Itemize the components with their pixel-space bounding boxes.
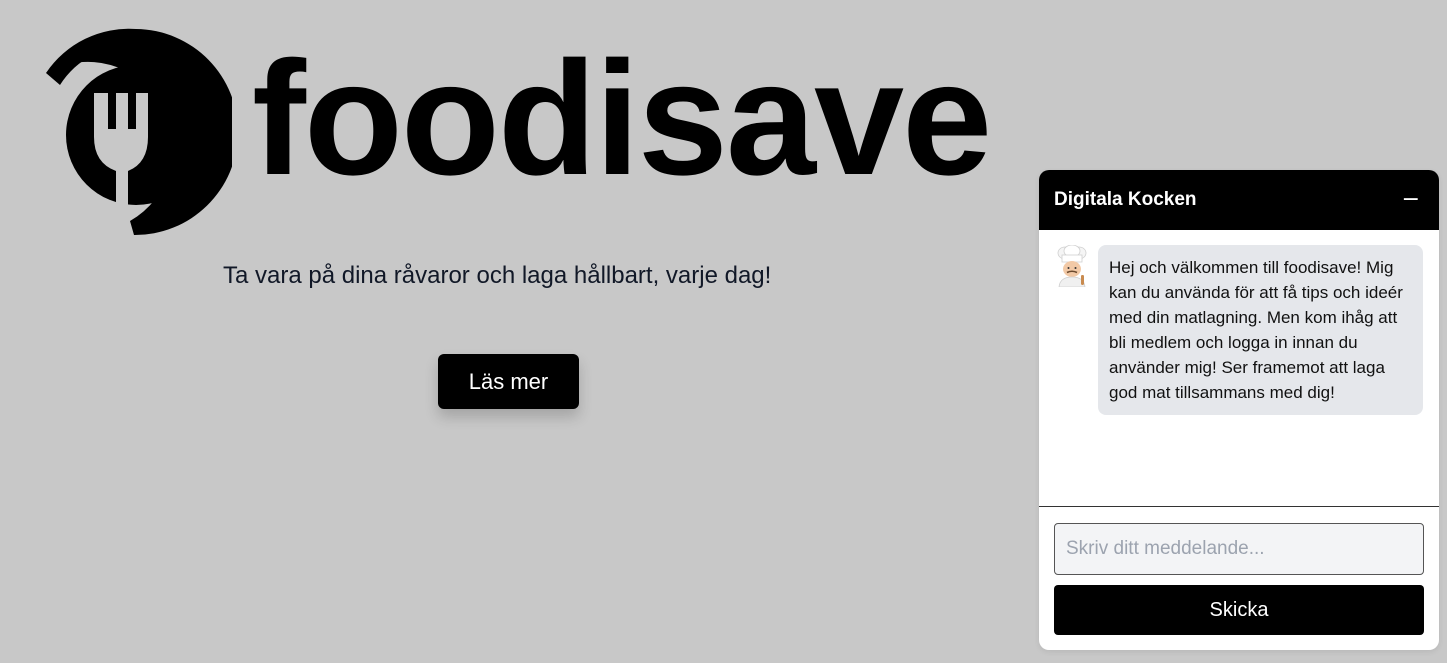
tagline: Ta vara på dina råvaror och laga hållbar… [223, 262, 772, 289]
chat-message: Hej och välkommen till foodisave! Mig ka… [1054, 245, 1424, 415]
foodisave-logo[interactable]: foodisave [40, 25, 992, 237]
chat-header: Digitala Kocken − [1039, 170, 1439, 230]
logo-text: foodisave [252, 28, 992, 209]
page: foodisave Ta vara på dina råvaror och la… [0, 0, 1447, 663]
chat-widget: Digitala Kocken − Hej och välkommen till… [1039, 170, 1439, 650]
chef-avatar-icon [1057, 245, 1087, 287]
chat-bubble: Hej och välkommen till foodisave! Mig ka… [1098, 245, 1423, 415]
chat-input-area: Skicka [1039, 507, 1439, 650]
send-button[interactable]: Skicka [1054, 585, 1424, 635]
chat-message-input[interactable] [1054, 523, 1424, 575]
fork-plate-icon [46, 28, 232, 236]
chat-title: Digitala Kocken [1054, 189, 1197, 210]
minimize-icon[interactable]: − [1398, 189, 1424, 211]
read-more-button[interactable]: Läs mer [438, 354, 579, 409]
chat-message-list: Hej och välkommen till foodisave! Mig ka… [1039, 230, 1439, 507]
